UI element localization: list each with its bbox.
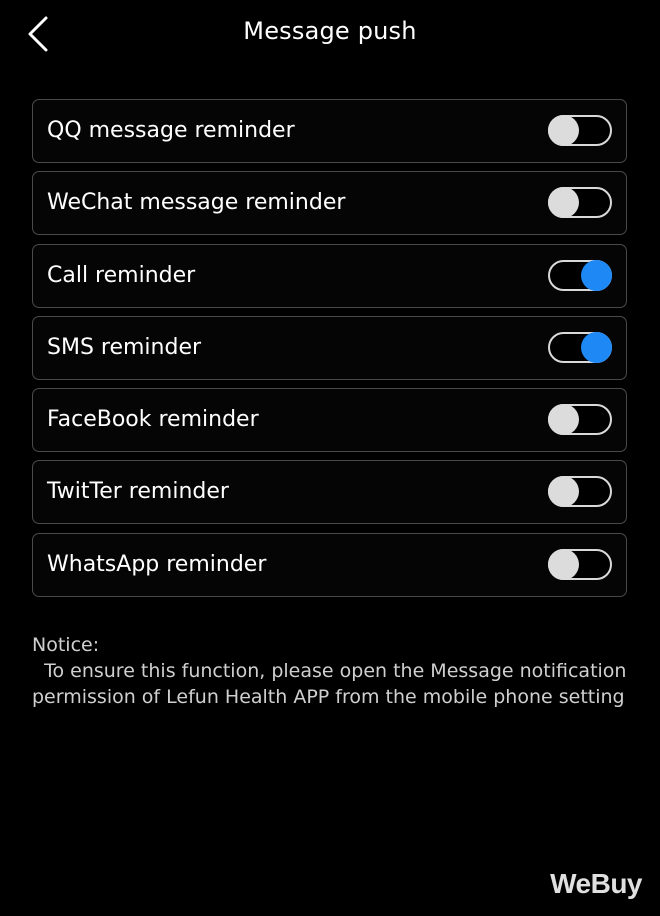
toggle-knob [548, 187, 579, 219]
toggle-knob [581, 331, 612, 363]
reminder-label: Call reminder [47, 262, 196, 288]
reminder-label: SMS reminder [47, 334, 202, 360]
reminder-label: WeChat message reminder [47, 190, 346, 216]
reminder-toggle-whatsapp[interactable] [548, 548, 612, 580]
reminder-label: FaceBook reminder [47, 407, 259, 433]
reminder-label: QQ message reminder [47, 118, 295, 143]
reminder-label: WhatsApp reminder [47, 551, 267, 577]
notice: Notice: To ensure this function, please … [32, 632, 632, 710]
toggle-knob [548, 548, 579, 580]
reminder-row-call: Call reminder [32, 243, 627, 308]
reminder-toggle-twitter[interactable] [548, 476, 612, 508]
reminder-label: TwitTer reminder [47, 479, 229, 505]
reminder-row-sms: SMS reminder [32, 315, 627, 380]
toggle-knob [581, 259, 612, 291]
toggle-knob [548, 115, 579, 146]
toggle-knob [548, 476, 579, 508]
reminder-toggle-call[interactable] [548, 259, 612, 291]
reminder-row-facebook: FaceBook reminder [32, 388, 627, 453]
reminder-row-wechat: WeChat message reminder [32, 171, 627, 236]
watermark-logo: WeBuy [550, 868, 642, 899]
reminder-toggle-facebook[interactable] [548, 404, 612, 436]
reminder-toggle-sms[interactable] [548, 331, 612, 363]
notice-title: Notice: [32, 634, 100, 656]
reminder-row-qq: QQ message reminder [32, 99, 627, 163]
reminder-row-whatsapp: WhatsApp reminder [32, 532, 627, 597]
page-title: Message push [243, 17, 417, 45]
reminder-toggle-wechat[interactable] [548, 187, 612, 219]
header: Message push [0, 0, 660, 72]
reminder-toggle-qq[interactable] [548, 115, 612, 146]
toggle-knob [548, 404, 579, 436]
notice-body: To ensure this function, please open the… [32, 660, 633, 708]
reminder-list: QQ message reminder WeChat message remin… [32, 99, 627, 605]
reminder-row-twitter: TwitTer reminder [32, 460, 627, 525]
